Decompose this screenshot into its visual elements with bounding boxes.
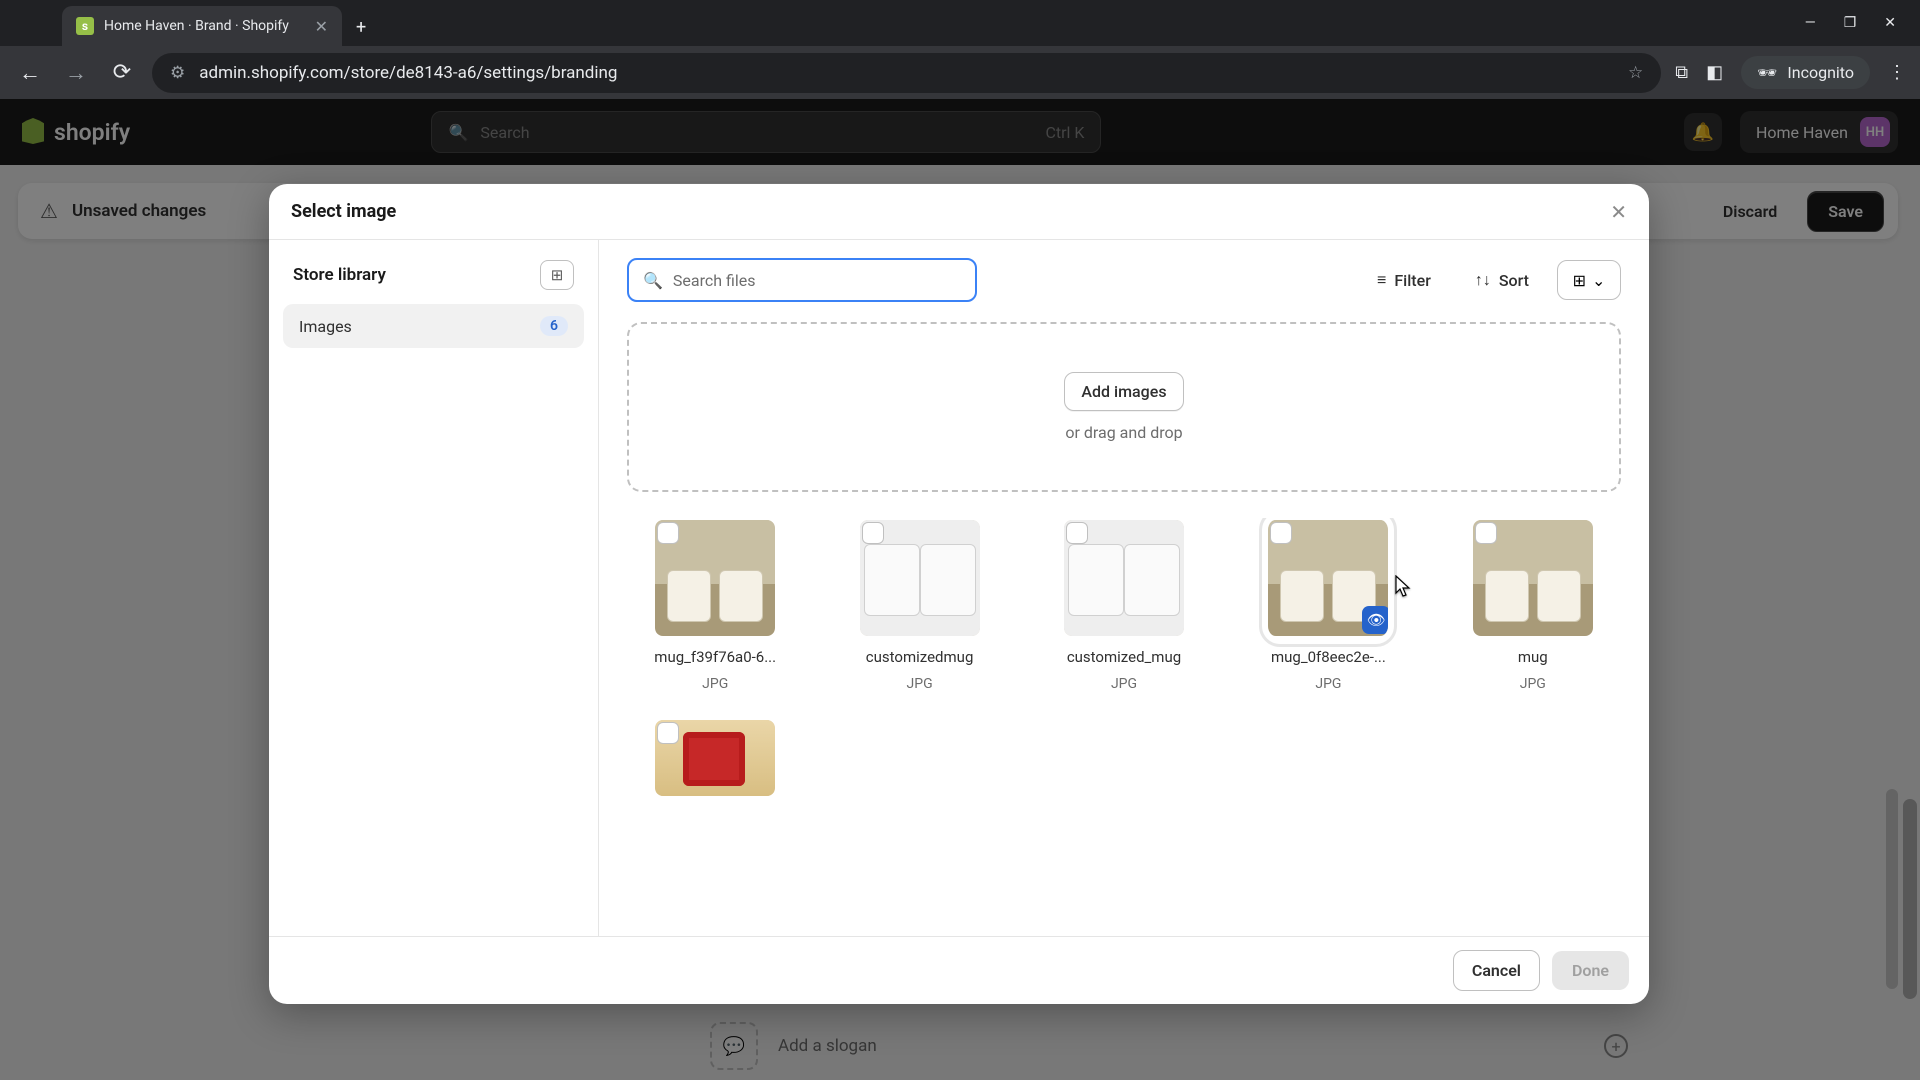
new-tab-button[interactable]: + <box>342 9 380 46</box>
shopify-favicon: s <box>76 17 94 35</box>
upload-dropzone[interactable]: Add images or drag and drop <box>627 322 1621 492</box>
image-extension: JPG <box>907 676 933 692</box>
image-grid-item[interactable]: mug JPG <box>1445 518 1621 692</box>
search-files-placeholder: Search files <box>673 271 756 290</box>
url-bar[interactable]: ⚙ admin.shopify.com/store/de8143-a6/sett… <box>152 53 1661 93</box>
bookmark-icon[interactable]: ☆ <box>1628 63 1643 83</box>
maximize-icon[interactable]: ❐ <box>1844 15 1857 31</box>
tab-title: Home Haven · Brand · Shopify <box>104 18 305 34</box>
cancel-button[interactable]: Cancel <box>1453 950 1540 991</box>
drag-drop-hint: or drag and drop <box>1065 423 1182 442</box>
done-button[interactable]: Done <box>1552 951 1629 990</box>
filter-button[interactable]: ≡ Filter <box>1361 260 1447 300</box>
image-name: mug_f39f76a0-6... <box>654 648 776 666</box>
extensions-icon[interactable]: ⧉ <box>1675 62 1688 83</box>
image-name: customizedmug <box>866 648 974 666</box>
browser-menu-icon[interactable]: ⋮ <box>1888 62 1906 83</box>
image-extension: JPG <box>1520 676 1546 692</box>
side-panel-icon[interactable]: ◧ <box>1706 62 1723 83</box>
preview-button[interactable]: 👁 <box>1362 606 1388 634</box>
scan-icon: ⊞ <box>551 266 564 284</box>
sort-icon: ↑↓ <box>1475 270 1491 290</box>
url-text: admin.shopify.com/store/de8143-a6/settin… <box>199 63 617 83</box>
modal-title: Select image <box>291 201 396 222</box>
sort-button[interactable]: ↑↓ Sort <box>1459 260 1545 300</box>
select-image-modal: Select image ✕ Store library ⊞ Images 6 <box>269 184 1649 1004</box>
forward-button[interactable]: → <box>60 60 92 86</box>
image-grid-item[interactable]: 👁 mug_0f8eec2e-... JPG <box>1240 518 1416 692</box>
add-images-button[interactable]: Add images <box>1064 372 1183 411</box>
close-window-icon[interactable]: ✕ <box>1884 15 1896 31</box>
search-files-input[interactable]: 🔍 Search files <box>627 258 977 302</box>
image-name: customized_mug <box>1067 648 1181 666</box>
filter-icon: ≡ <box>1377 270 1386 290</box>
scan-button[interactable]: ⊞ <box>540 260 574 290</box>
incognito-icon: 🕶 <box>1757 63 1777 82</box>
browser-tab[interactable]: s Home Haven · Brand · Shopify ✕ <box>62 6 342 46</box>
sidebar-title: Store library <box>293 265 386 285</box>
view-toggle[interactable]: ⊞ ⌄ <box>1557 260 1621 300</box>
back-button[interactable]: ← <box>14 60 46 86</box>
image-checkbox[interactable] <box>657 522 679 544</box>
incognito-badge: 🕶 Incognito <box>1741 56 1870 89</box>
reload-button[interactable]: ⟳ <box>106 60 138 85</box>
image-grid-item[interactable] <box>627 718 803 798</box>
mouse-cursor <box>1395 575 1413 599</box>
image-checkbox[interactable] <box>1270 522 1292 544</box>
image-name: mug <box>1518 648 1548 666</box>
close-modal-icon[interactable]: ✕ <box>1610 200 1627 224</box>
image-checkbox[interactable] <box>657 722 679 744</box>
image-grid-item[interactable]: customizedmug JPG <box>831 518 1007 692</box>
sidebar-item-label: Images <box>299 317 352 336</box>
image-checkbox[interactable] <box>862 522 884 544</box>
image-checkbox[interactable] <box>1066 522 1088 544</box>
image-extension: JPG <box>1315 676 1341 692</box>
minimize-icon[interactable]: — <box>1805 15 1816 31</box>
grid-icon: ⊞ <box>1573 271 1586 290</box>
sidebar-count: 6 <box>540 316 568 336</box>
image-checkbox[interactable] <box>1475 522 1497 544</box>
image-name: mug_0f8eec2e-... <box>1271 648 1386 666</box>
image-grid-item[interactable]: mug_f39f76a0-6... JPG <box>627 518 803 692</box>
eye-icon: 👁 <box>1367 611 1386 629</box>
site-settings-icon[interactable]: ⚙ <box>170 63 185 83</box>
search-icon: 🔍 <box>643 271 663 290</box>
image-extension: JPG <box>702 676 728 692</box>
image-extension: JPG <box>1111 676 1137 692</box>
chevron-down-icon: ⌄ <box>1592 271 1605 290</box>
close-tab-icon[interactable]: ✕ <box>315 17 328 36</box>
image-grid-item[interactable]: customized_mug JPG <box>1036 518 1212 692</box>
sidebar-item-images[interactable]: Images 6 <box>283 304 584 348</box>
